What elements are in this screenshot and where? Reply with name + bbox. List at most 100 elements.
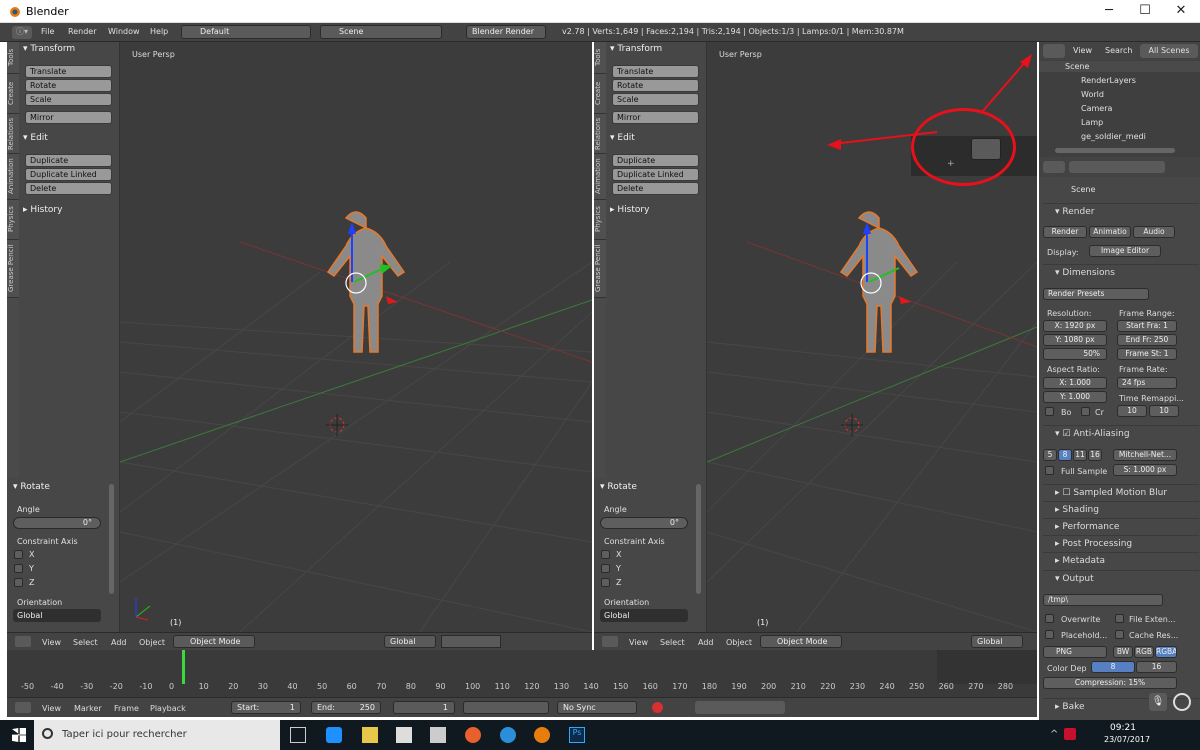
output-section-header[interactable]: ▾ Output [1043,570,1199,586]
placeholders-checkbox[interactable] [1045,630,1054,639]
delete-button[interactable]: Delete [25,182,112,195]
microphone-icon[interactable]: 🎙 [1149,693,1167,711]
axis-x-checkbox-2[interactable] [601,550,610,559]
menu-view-2[interactable]: View [629,638,648,647]
timeline-current-frame[interactable] [182,650,185,684]
transform-orientation-2[interactable]: Global [971,635,1023,648]
editor-type-icon[interactable] [15,636,31,647]
outliner-camera[interactable]: Camera [1081,104,1112,113]
frame-end-field[interactable]: End Fr: 250 [1117,334,1177,346]
output-path-field[interactable]: /tmp\ [1043,594,1163,606]
aa-size-field[interactable]: S: 1.000 px [1113,464,1177,476]
resolution-y-field[interactable]: Y: 1080 px [1043,334,1107,346]
color-rgba-button[interactable]: RGBA [1155,646,1177,658]
menu-file[interactable]: File [41,27,54,36]
tab-physics-2[interactable]: Physics [594,200,606,240]
end-frame-field[interactable]: End: 250 [311,701,381,714]
file-format-dropdown[interactable]: PNG [1043,646,1107,658]
tab-grease-pencil[interactable]: Grease Pencil [7,240,19,298]
rotate-button-2[interactable]: Rotate [612,79,699,92]
operator-title-2[interactable]: ▾ Rotate [600,482,637,492]
timeline-editor-icon[interactable] [15,702,31,713]
outliner-row-scene[interactable]: Scene [1039,61,1200,72]
axis-z-checkbox-2[interactable] [601,578,610,587]
angle-field-2[interactable]: 0° [600,517,688,529]
transform-header-2[interactable]: ▾ Transform [610,44,662,54]
translate-button-2[interactable]: Translate [612,65,699,78]
operator-scrollbar[interactable] [109,484,114,594]
timeline-menu-playback[interactable]: Playback [150,704,186,713]
remap-old-field[interactable]: 10 [1117,405,1147,417]
outliner-editor-icon[interactable] [1043,44,1065,58]
duplicate-button[interactable]: Duplicate [25,154,112,167]
tab-relations-2[interactable]: Relations [594,114,606,154]
remap-new-field[interactable]: 10 [1149,405,1179,417]
history-header-2[interactable]: ▸ History [610,205,649,215]
render-button[interactable]: Render [1043,226,1087,238]
editor-type-icon-2[interactable] [602,636,618,647]
motion-blur-section-header[interactable]: ▸ ☐ Sampled Motion Blur [1043,484,1199,500]
menu-view[interactable]: View [42,638,61,647]
tab-create-2[interactable]: Create [594,74,606,114]
orientation-dropdown[interactable]: Global [13,609,101,622]
axis-x-checkbox[interactable] [14,550,23,559]
outliner-renderlayers[interactable]: RenderLayers [1081,76,1136,85]
maximize-button[interactable]: ☐ [1127,0,1163,23]
operator-scrollbar-2[interactable] [696,484,701,594]
outliner-soldier[interactable]: ge_soldier_medi [1081,132,1146,141]
translate-button[interactable]: Translate [25,65,112,78]
render-engine-selector[interactable]: Blender Render [466,25,546,39]
color-depth-8[interactable]: 8 [1091,661,1135,673]
overwrite-checkbox[interactable] [1045,614,1054,623]
transform-header[interactable]: ▾ Transform [23,44,75,54]
tab-relations[interactable]: Relations [7,114,19,154]
outliner-lamp[interactable]: Lamp [1081,118,1103,127]
tab-animation-2[interactable]: Animation [594,154,606,200]
sync-dropdown[interactable]: No Sync [557,701,637,714]
edge-icon[interactable] [326,727,342,743]
tab-grease-pencil-2[interactable]: Grease Pencil [594,240,606,298]
anti-aliasing-section-header[interactable]: ▾ ☑ Anti-Aliasing [1043,425,1199,441]
edit-header[interactable]: ▾ Edit [23,133,48,143]
animation-button[interactable]: Animatio [1089,226,1131,238]
aa-samples-11[interactable]: 11 [1073,449,1087,461]
compression-field[interactable]: Compression: 15% [1043,677,1177,689]
soldier-model-2[interactable] [839,211,919,353]
photoshop-icon[interactable]: Ps [569,727,585,743]
render-presets-dropdown[interactable]: Render Presets [1043,288,1149,300]
record-icon[interactable] [652,702,663,713]
menu-window[interactable]: Window [108,27,140,36]
info-editor-icon[interactable]: ⓘ▾ [12,26,32,39]
menu-select-2[interactable]: Select [660,638,685,647]
axis-y-checkbox-2[interactable] [601,564,610,573]
task-view-icon[interactable] [290,727,306,743]
dimensions-section-header[interactable]: ▾ Dimensions [1043,264,1199,280]
cache-result-checkbox[interactable] [1115,630,1124,639]
scale-button-2[interactable]: Scale [612,93,699,106]
properties-context-tabs[interactable] [1069,161,1165,173]
properties-editor-icon[interactable] [1043,161,1065,173]
clock-date[interactable]: 23/07/2017 [1104,735,1150,744]
full-sample-checkbox[interactable] [1045,466,1054,475]
tray-chevron-icon[interactable]: ^ [1050,729,1058,740]
border-checkbox[interactable] [1045,407,1054,416]
frame-start-field[interactable]: Start Fra: 1 [1117,320,1177,332]
axis-y-checkbox[interactable] [14,564,23,573]
mirror-button[interactable]: Mirror [25,111,112,124]
render-section-header[interactable]: ▾ Render [1043,203,1199,219]
outliner-world[interactable]: World [1081,90,1104,99]
metadata-section-header[interactable]: ▸ Metadata [1043,552,1199,568]
timeline-menu-marker[interactable]: Marker [74,704,102,713]
file-extensions-checkbox[interactable] [1115,614,1124,623]
scale-button[interactable]: Scale [25,93,112,106]
aa-filter-dropdown[interactable]: Mitchell-Net... [1113,449,1177,461]
duplicate-button-2[interactable]: Duplicate [612,154,699,167]
aspect-y-field[interactable]: Y: 1.000 [1043,391,1107,403]
menu-select[interactable]: Select [73,638,98,647]
tab-physics[interactable]: Physics [7,200,19,240]
transform-orientation[interactable]: Global [384,635,436,648]
display-dropdown[interactable]: Image Editor [1089,245,1161,257]
taskbar-search-box[interactable]: Taper ici pour rechercher [34,720,280,750]
menu-render[interactable]: Render [68,27,96,36]
start-frame-field[interactable]: Start: 1 [231,701,301,714]
